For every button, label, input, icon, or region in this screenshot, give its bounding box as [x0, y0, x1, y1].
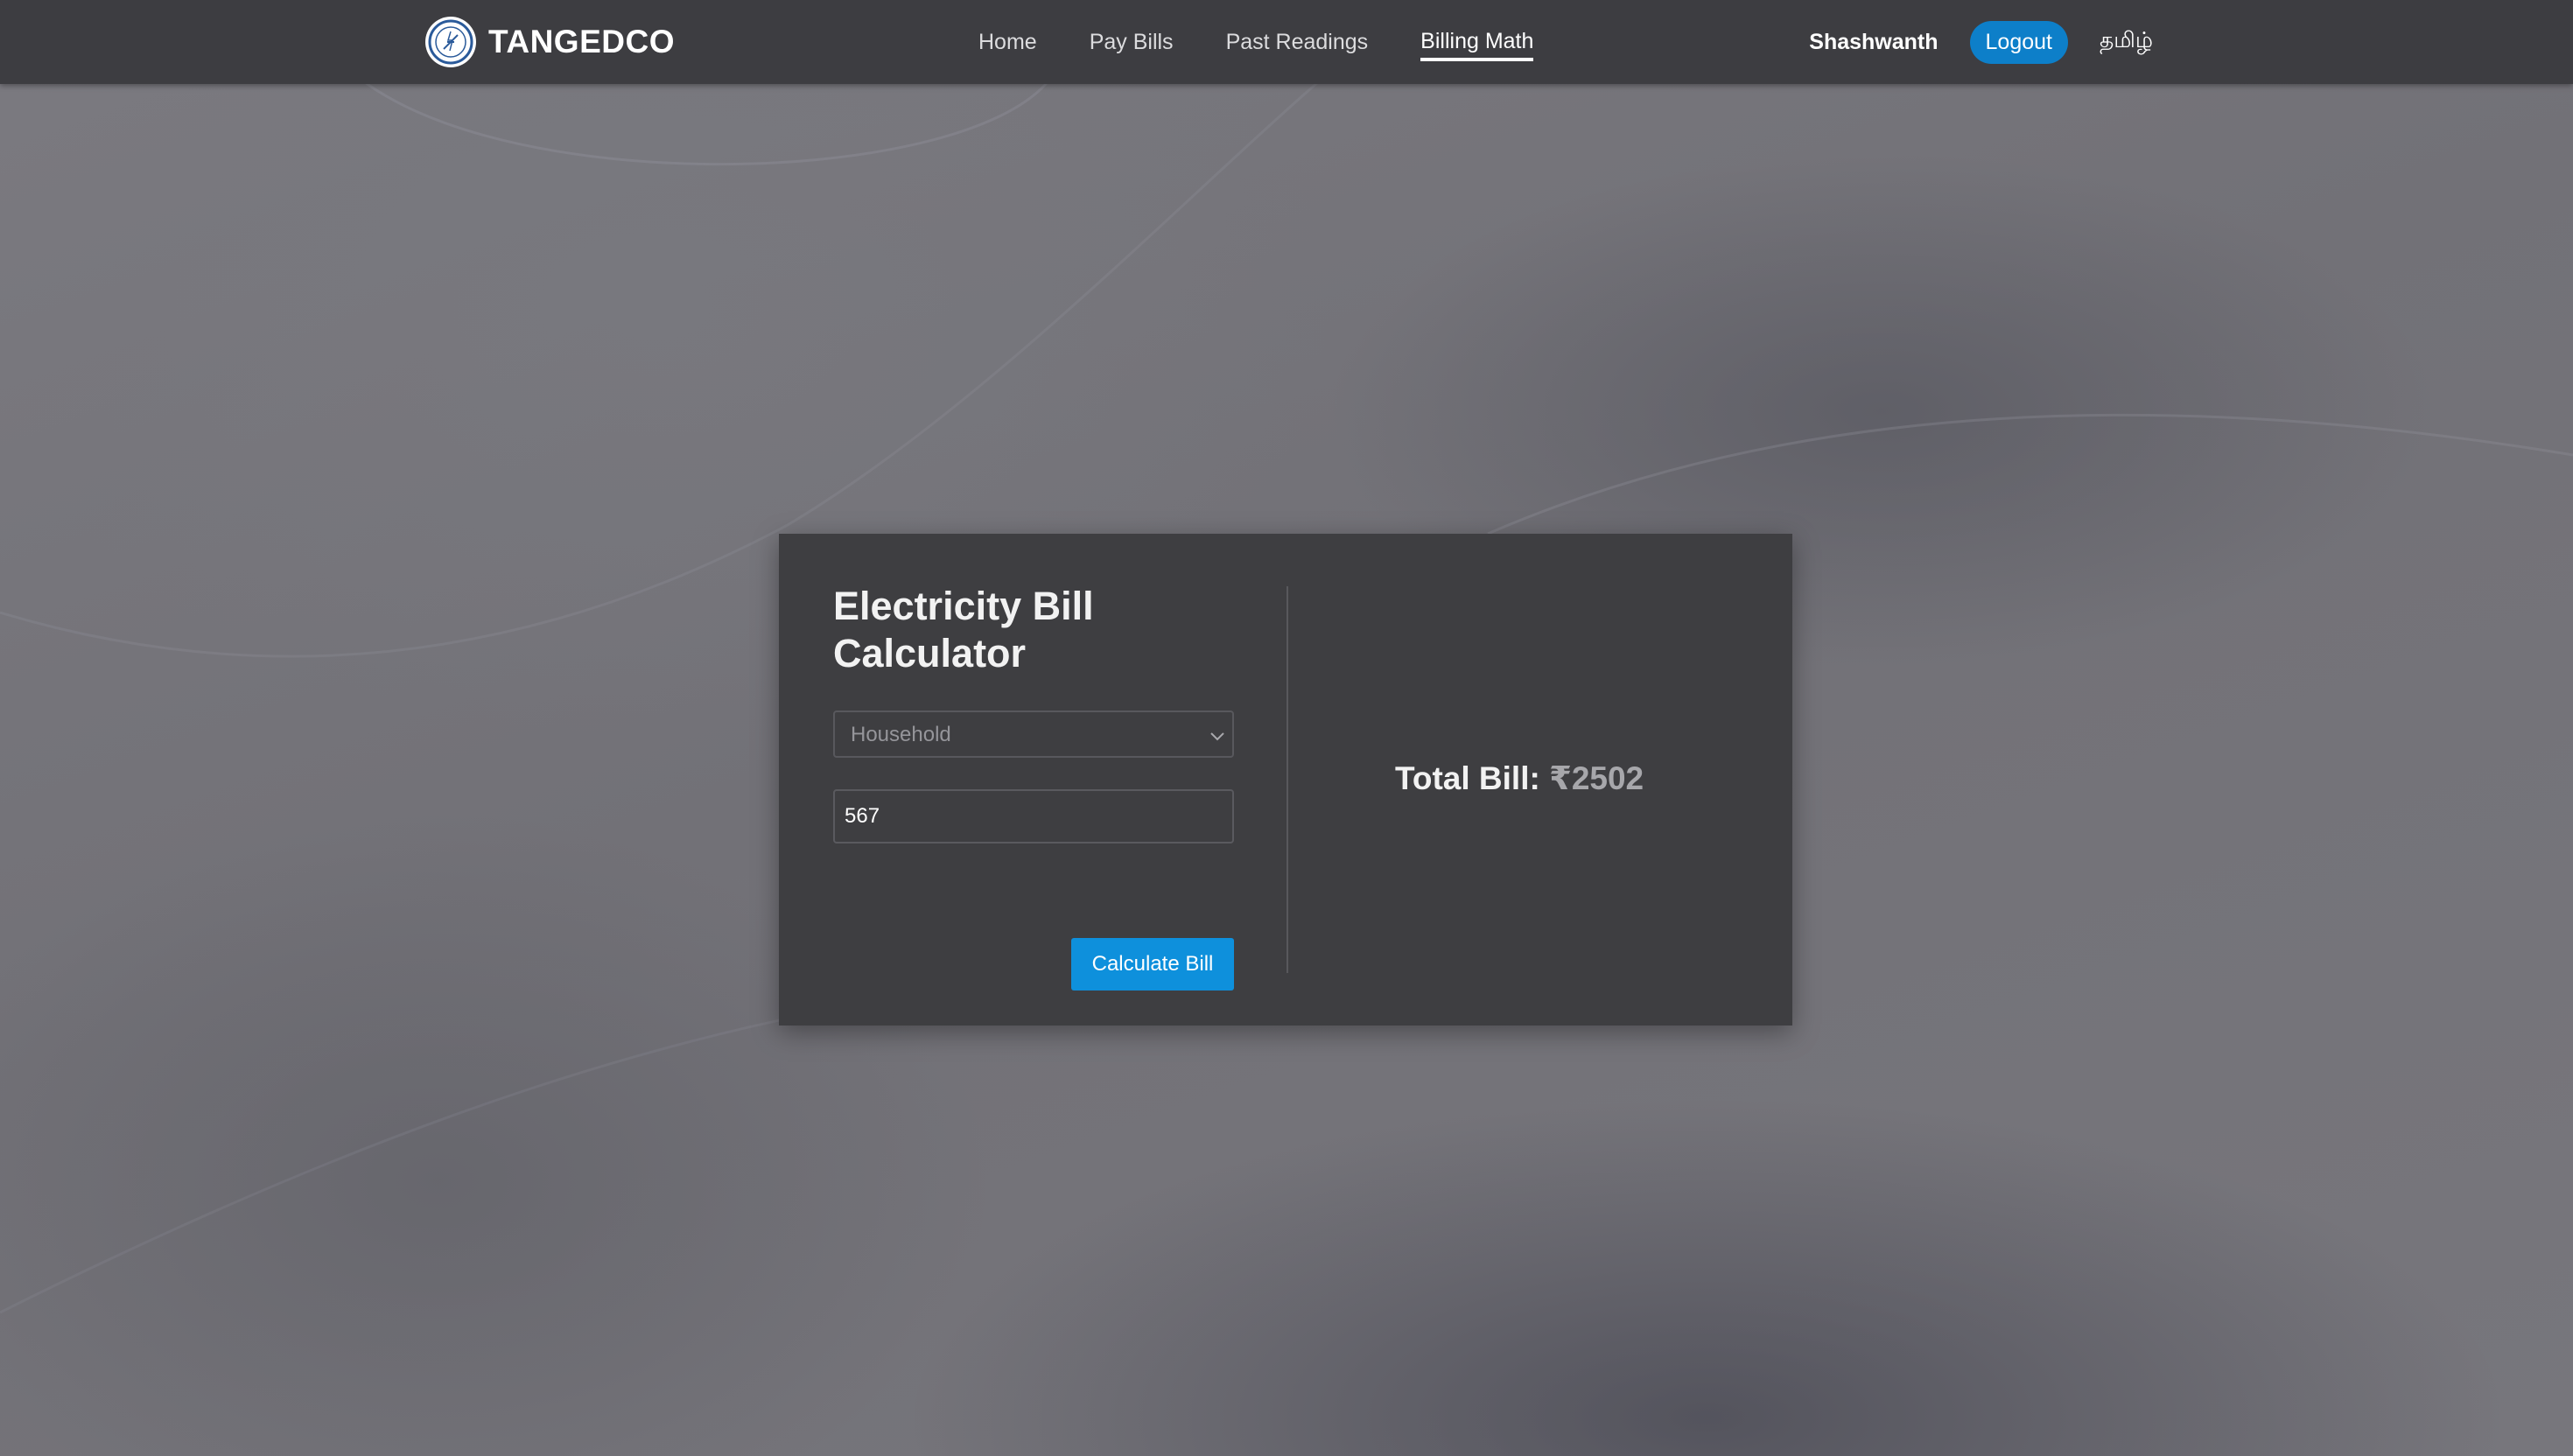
chevron-down-icon — [1208, 726, 1227, 750]
username: Shashwanth — [1809, 29, 1939, 54]
nav-links: Home Pay Bills Past Readings Billing Mat… — [978, 0, 1586, 84]
brand-name: TANGEDCO — [488, 24, 675, 60]
calculator-card: Electricity Bill Calculator Household Ca… — [779, 534, 1792, 1026]
language-toggle[interactable]: தமிழ் — [2100, 28, 2153, 56]
logout-button[interactable]: Logout — [1969, 20, 2068, 64]
calculate-bill-button[interactable]: Calculate Bill — [1071, 938, 1234, 990]
nav-user-area: Shashwanth Logout தமிழ் — [1809, 0, 2153, 84]
nav-link-billing-math[interactable]: Billing Math — [1420, 29, 1534, 61]
brand[interactable]: TANGEDCO — [425, 16, 675, 68]
category-select[interactable]: Household — [833, 710, 1234, 758]
top-navbar: TANGEDCO Home Pay Bills Past Readings Bi… — [0, 0, 2573, 84]
calculator-form: Electricity Bill Calculator Household Ca… — [833, 583, 1234, 990]
calculator-title: Electricity Bill Calculator — [833, 584, 1094, 676]
nav-link-home[interactable]: Home — [978, 30, 1037, 55]
category-select-value: Household — [851, 723, 951, 746]
units-input[interactable] — [833, 789, 1234, 844]
tangedco-logo-icon — [425, 17, 476, 67]
total-bill-label: Total Bill: — [1395, 760, 1540, 796]
nav-link-past-readings[interactable]: Past Readings — [1226, 30, 1369, 55]
total-bill-value: ₹2502 — [1549, 760, 1644, 796]
result-panel: Total Bill: ₹2502 — [1288, 534, 1792, 1026]
nav-link-pay-bills[interactable]: Pay Bills — [1090, 30, 1174, 55]
total-bill: Total Bill: ₹2502 — [1395, 760, 1644, 797]
